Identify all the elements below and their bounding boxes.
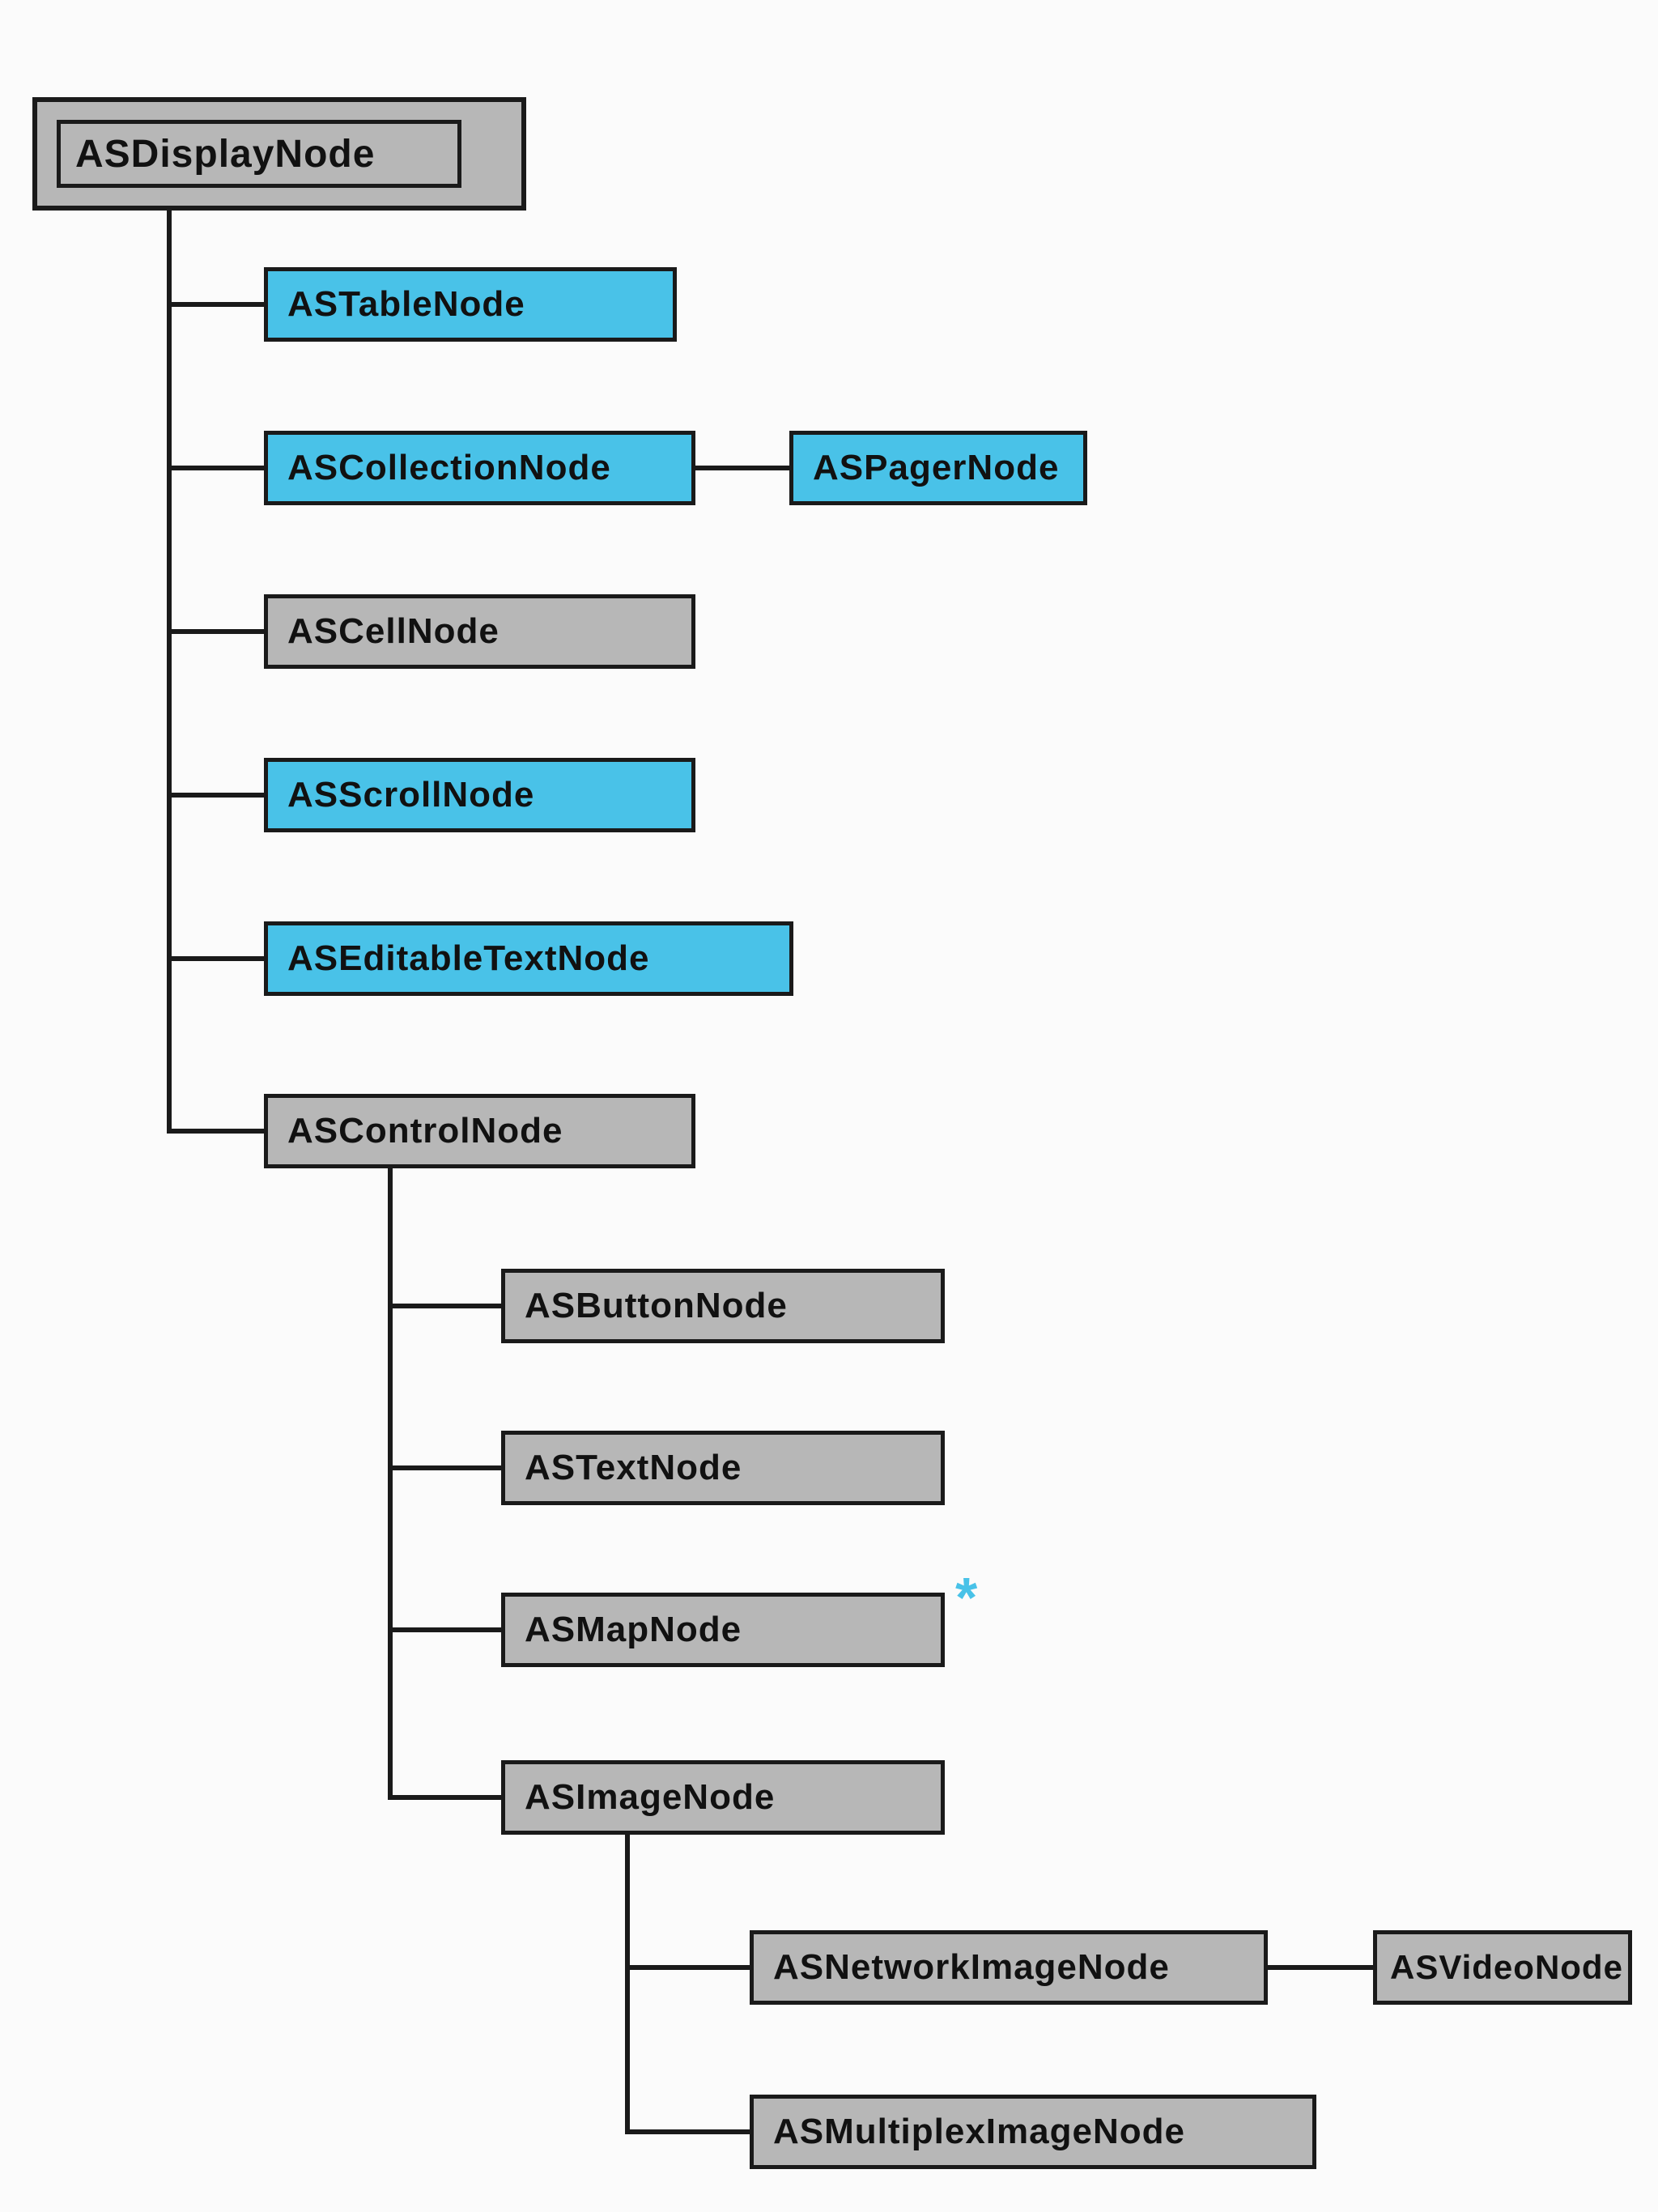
trunk-control — [388, 1168, 393, 1800]
root-node: ASDisplayNode — [57, 120, 461, 188]
connector-map — [388, 1627, 501, 1632]
connector-text — [388, 1465, 501, 1470]
hierarchy-diagram: ASDisplayNode ASTableNode ASCollectionNo… — [0, 0, 1658, 2212]
connector-multiplex — [625, 2129, 750, 2134]
node-astablenode: ASTableNode — [264, 267, 677, 342]
connector-cell — [167, 629, 264, 634]
node-asmultipleximagenode: ASMultiplexImageNode — [750, 2095, 1316, 2169]
connector-control — [167, 1129, 264, 1134]
node-asnetworkimagenode: ASNetworkImageNode — [750, 1930, 1268, 2005]
connector-editable — [167, 956, 264, 961]
asterisk-icon: * — [955, 1569, 977, 1626]
node-asvideonode: ASVideoNode — [1373, 1930, 1632, 2005]
connector-table — [167, 302, 264, 307]
connector-scroll — [167, 793, 264, 798]
node-aseditabletextnode: ASEditableTextNode — [264, 921, 793, 996]
node-asimagenode: ASImageNode — [501, 1760, 945, 1835]
connector-collection — [167, 466, 264, 470]
node-astextnode: ASTextNode — [501, 1431, 945, 1505]
connector-image — [388, 1795, 501, 1800]
node-aspagernode: ASPagerNode — [789, 431, 1087, 505]
node-ascellnode: ASCellNode — [264, 594, 695, 669]
node-ascontrolnode: ASControlNode — [264, 1094, 695, 1168]
connector-network — [625, 1965, 750, 1970]
node-asmapnode: ASMapNode — [501, 1593, 945, 1667]
trunk-image — [625, 1835, 630, 2134]
node-asbuttonnode: ASButtonNode — [501, 1269, 945, 1343]
connector-pager — [695, 466, 789, 470]
node-asscrollnode: ASScrollNode — [264, 758, 695, 832]
node-ascollectionnode: ASCollectionNode — [264, 431, 695, 505]
connector-video — [1268, 1965, 1373, 1970]
trunk-main — [167, 211, 172, 1134]
connector-button — [388, 1304, 501, 1308]
